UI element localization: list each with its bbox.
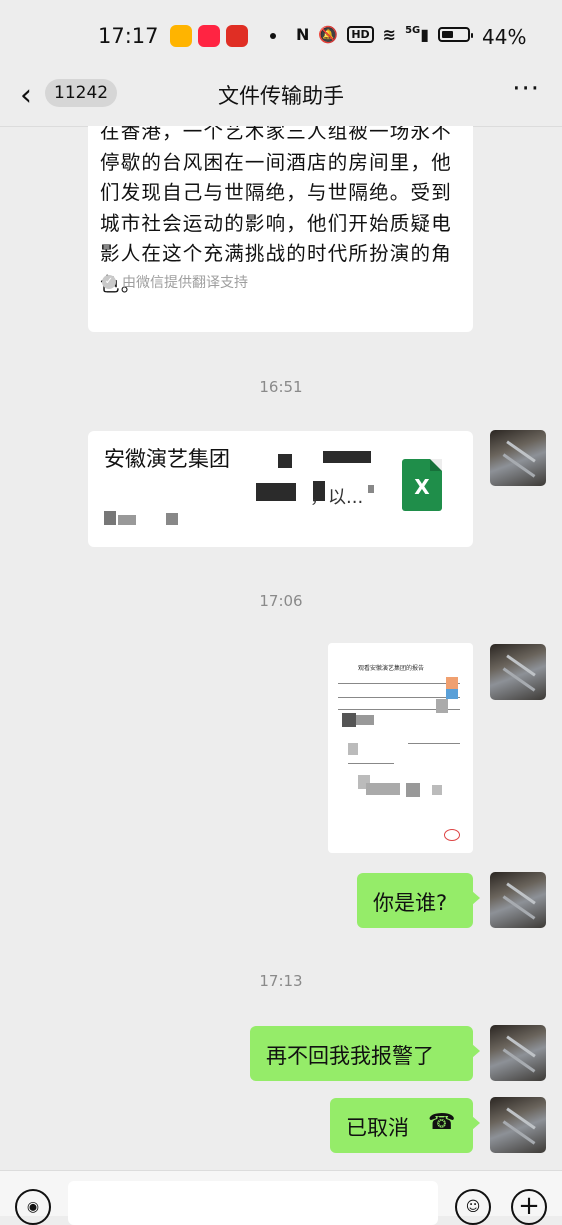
mute-bell-icon: 🔕 [318, 25, 339, 44]
file-name-text: 安徽演艺集团 [104, 447, 230, 471]
timestamp: 17:13 [259, 972, 303, 990]
image-message-thumbnail[interactable]: 观看安徽演艺集团的报告 [328, 643, 473, 853]
nfc-icon: N [296, 25, 310, 44]
pinduoduo-icon [226, 25, 248, 47]
cancelled-call-bubble[interactable]: 已取消 ☎ [330, 1098, 480, 1153]
file-message-bubble[interactable]: 安徽演艺集团 ，以... X [88, 431, 473, 547]
network-label: 5G [405, 25, 421, 36]
translation-support-note: ✓ 由微信提供翻译支持 [102, 272, 248, 292]
sent-message-bubble[interactable]: 再不回我我报警了 [250, 1026, 480, 1081]
excel-file-icon: X [402, 459, 442, 511]
plus-icon[interactable]: + [511, 1189, 547, 1225]
avatar[interactable] [490, 1097, 546, 1153]
status-time: 17:17 [98, 24, 159, 48]
more-notifications-dot [270, 33, 276, 39]
avatar[interactable] [490, 430, 546, 486]
status-bar: 17:17 N 🔕 HD ≋ 5G▮ 44% [0, 0, 562, 70]
avatar[interactable] [490, 644, 546, 700]
system-icons: N 🔕 HD ≋ 5G▮ [296, 25, 474, 44]
sent-message-bubble[interactable]: 你是谁? [357, 873, 480, 928]
chat-area[interactable]: 在香港，一个艺术家三人组被一场永不停歇的台风困在一间酒店的房间里，他们发现自己与… [0, 126, 562, 1170]
chat-title: 文件传输助手 [218, 84, 344, 108]
timestamp: 17:06 [259, 592, 303, 610]
message-input[interactable] [68, 1181, 438, 1225]
avatar[interactable] [490, 1025, 546, 1081]
document-title: 观看安徽演艺集团的报告 [358, 665, 425, 672]
more-options-icon[interactable]: ··· [512, 74, 540, 104]
input-bar: ◉ ☺ + [0, 1170, 562, 1225]
message-text: 你是谁? [373, 891, 448, 915]
battery-icon [438, 27, 474, 42]
message-text: 已取消 [346, 1116, 409, 1140]
translation-support-label: 由微信提供翻译支持 [122, 275, 248, 291]
file-name-suffix: ，以... [310, 487, 364, 508]
message-text: 再不回我我报警了 [266, 1044, 434, 1068]
avatar[interactable] [490, 872, 546, 928]
hangup-phone-icon: ☎ [428, 1110, 456, 1135]
timestamp: 16:51 [259, 378, 303, 396]
wifi-icon: ≋ [382, 25, 397, 44]
voice-input-icon[interactable]: ◉ [15, 1189, 51, 1225]
document-stamp [444, 829, 460, 841]
translation-bubble[interactable]: 在香港，一个艺术家三人组被一场永不停歇的台风困在一间酒店的房间里，他们发现自己与… [88, 126, 473, 332]
emoji-icon[interactable]: ☺ [455, 1189, 491, 1225]
weibo-icon [170, 25, 192, 47]
xiaohongshu-icon [198, 25, 220, 47]
battery-percent: 44% [482, 25, 527, 49]
hd-icon: HD [347, 26, 374, 43]
chat-header: ‹ 11242 文件传输助手 ··· [0, 70, 562, 127]
check-icon: ✓ [102, 275, 116, 289]
signal-5g-icon: 5G▮ [405, 25, 430, 44]
notification-icons [170, 25, 276, 47]
